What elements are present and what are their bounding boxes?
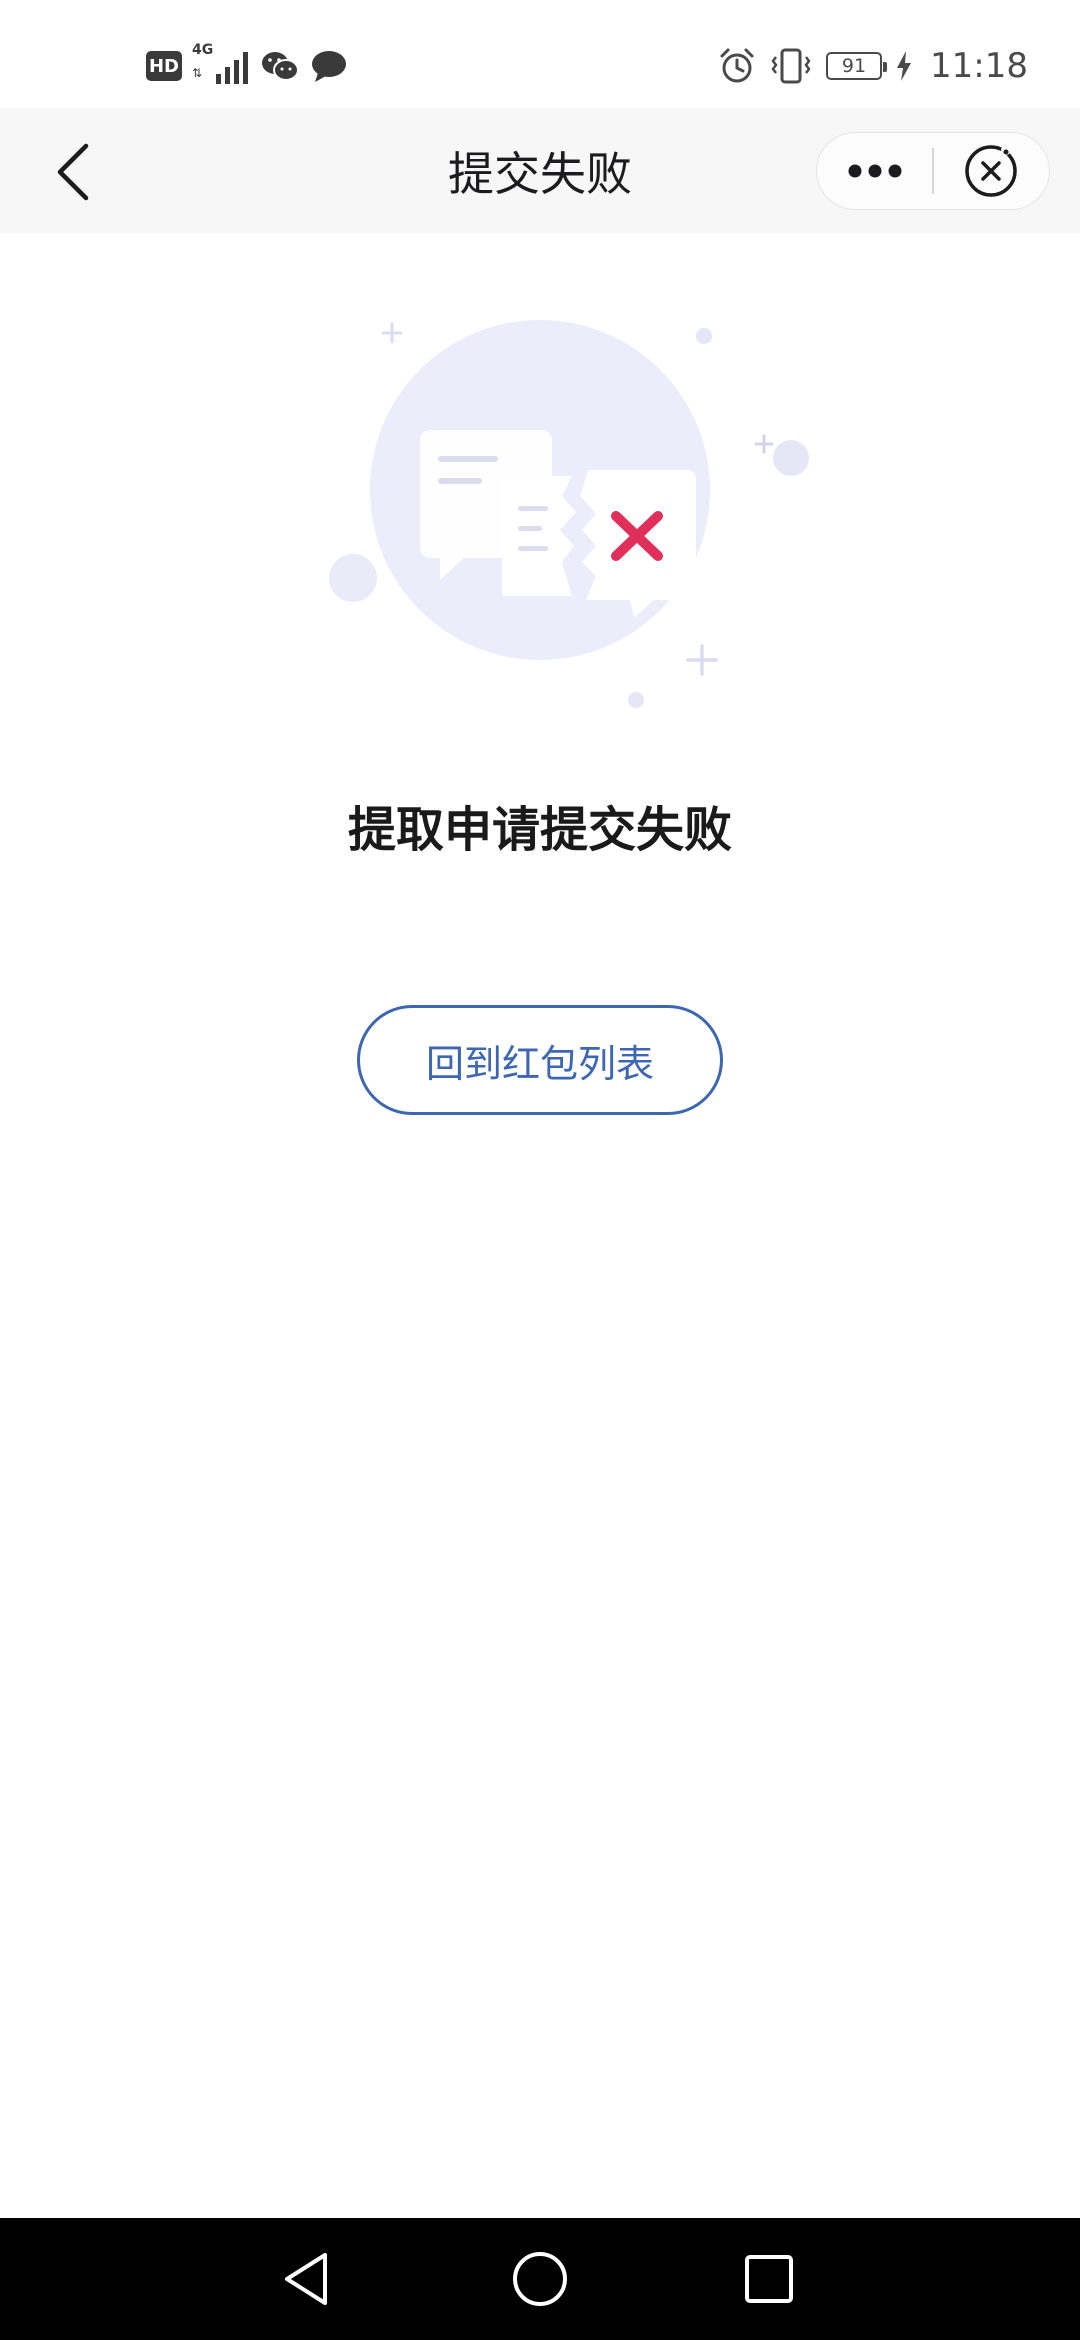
close-button[interactable] — [934, 133, 1049, 209]
more-button[interactable] — [817, 133, 932, 209]
dot-icon — [696, 328, 712, 344]
home-circle-icon — [513, 2252, 567, 2306]
system-back-button[interactable] — [274, 2244, 344, 2314]
recents-square-icon — [745, 2255, 793, 2303]
submit-failed-illustration — [329, 320, 809, 708]
sparkle-icon — [754, 434, 774, 454]
system-recents-button[interactable] — [734, 2244, 804, 2314]
message-icon — [312, 51, 346, 82]
mini-program-capsule — [816, 132, 1050, 210]
battery-icon: 91 — [826, 52, 888, 80]
signal-icon: 4G ⇅ — [192, 42, 250, 86]
signal-bars-icon — [216, 52, 248, 84]
status-bar: HD 4G ⇅ 91 11:18 — [0, 0, 1080, 108]
close-circle-icon — [965, 145, 1018, 197]
nav-bar: 提交失败 — [0, 108, 1080, 233]
chevron-left-icon — [57, 143, 89, 201]
system-home-button[interactable] — [505, 2244, 575, 2314]
alarm-icon — [720, 48, 754, 83]
dot-icon — [773, 440, 809, 476]
data-arrows-icon: ⇅ — [192, 66, 203, 80]
status-left: HD 4G ⇅ — [146, 42, 348, 88]
back-to-red-packet-list-button[interactable]: 回到红包列表 — [357, 1005, 723, 1115]
status-time: 11:18 — [930, 46, 1028, 86]
hd-icon: HD — [146, 51, 182, 81]
battery-level: 91 — [841, 55, 867, 77]
sparkle-icon — [381, 322, 403, 344]
vibrate-icon — [771, 48, 811, 84]
result-title: 提取申请提交失败 — [347, 802, 732, 858]
dot-icon — [628, 692, 644, 708]
torn-bubble-icon — [502, 470, 696, 618]
sparkle-icon — [686, 644, 718, 676]
network-type: 4G — [192, 42, 214, 58]
back-triangle-icon — [285, 2253, 327, 2305]
status-right: 91 11:18 — [718, 36, 1028, 96]
more-dots-icon — [848, 164, 902, 178]
screen: HD 4G ⇅ 91 11:18 提交失败 提取申请提交失败 回到红包列表 — [0, 0, 1080, 2340]
system-navigation-bar — [0, 2218, 1080, 2340]
charging-icon — [897, 51, 912, 81]
back-button[interactable] — [46, 138, 110, 202]
dot-icon — [329, 554, 377, 602]
wechat-icon — [262, 52, 299, 81]
